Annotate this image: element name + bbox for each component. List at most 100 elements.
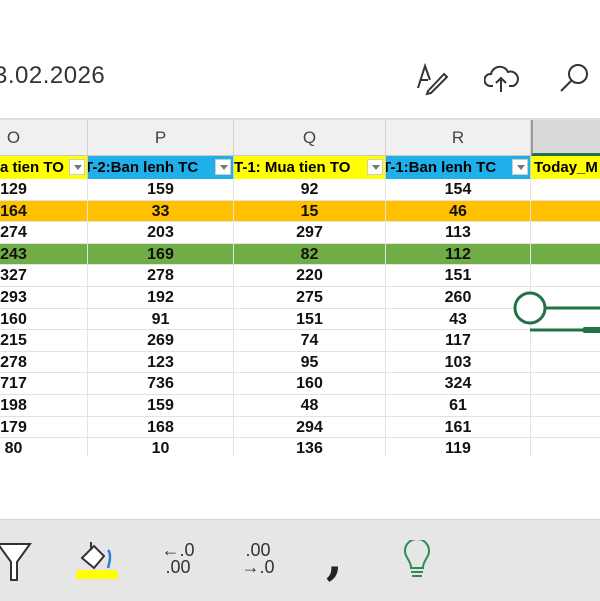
table-cell[interactable]: 46: [386, 200, 531, 222]
table-cell[interactable]: 293: [0, 287, 88, 308]
field-header-o[interactable]: a tien TO: [0, 156, 88, 179]
table-cell[interactable]: [531, 417, 600, 438]
search-icon[interactable]: [556, 60, 592, 96]
increase-decimal-button[interactable]: .00 →.0: [236, 541, 280, 586]
table-cell[interactable]: 136: [234, 438, 386, 456]
table-cell[interactable]: 198: [0, 395, 88, 416]
table-cell[interactable]: [531, 373, 600, 394]
table-cell[interactable]: 10: [88, 438, 234, 456]
field-header-p[interactable]: T-2:Ban lenh TC: [88, 156, 234, 179]
column-header-o[interactable]: O: [0, 120, 88, 156]
table-cell[interactable]: 154: [386, 179, 531, 200]
table-cell[interactable]: 159: [88, 395, 234, 416]
column-letter: Q: [302, 127, 317, 147]
selection-handle-icon[interactable]: [510, 290, 600, 340]
table-cell[interactable]: 113: [386, 222, 531, 244]
column-letter: P: [154, 127, 167, 147]
table-row: 198 159 48 61: [0, 395, 600, 417]
table-cell[interactable]: 123: [88, 351, 234, 373]
table-cell[interactable]: 179: [0, 416, 88, 438]
table-cell[interactable]: 160: [0, 308, 88, 330]
table-cell[interactable]: 160: [234, 373, 386, 395]
table-cell[interactable]: 243: [0, 243, 88, 265]
table-cell[interactable]: [531, 352, 600, 373]
table-cell[interactable]: 92: [234, 179, 386, 200]
fill-color-icon: [80, 542, 112, 570]
table-cell[interactable]: 112: [386, 243, 531, 265]
table-cell[interactable]: 129: [0, 179, 88, 200]
fill-color-button[interactable]: [74, 540, 120, 584]
table-cell[interactable]: 215: [0, 330, 88, 352]
table-cell[interactable]: 278: [88, 265, 234, 287]
column-letter: R: [451, 127, 465, 147]
table-cell[interactable]: 168: [88, 416, 234, 438]
table-cell[interactable]: 736: [88, 373, 234, 395]
field-label: a tien TO: [0, 159, 64, 176]
table-cell[interactable]: 15: [234, 200, 386, 222]
column-header-r[interactable]: R: [386, 120, 531, 156]
table-cell[interactable]: [531, 395, 600, 416]
table-cell[interactable]: 717: [0, 373, 88, 395]
table-cell[interactable]: [531, 265, 600, 286]
increase-decimal-icon: →.0: [241, 557, 275, 577]
table-cell[interactable]: 192: [88, 287, 234, 308]
decrease-decimal-button[interactable]: ←.0 .00: [156, 541, 200, 586]
table-row: 129 159 92 154: [0, 179, 600, 201]
table-row: 179 168 294 161: [0, 416, 600, 439]
table-cell[interactable]: 327: [0, 265, 88, 287]
table-cell[interactable]: 151: [386, 265, 531, 287]
table-cell[interactable]: 161: [386, 416, 531, 438]
table-cell[interactable]: 274: [0, 222, 88, 244]
field-header-q[interactable]: T-1: Mua tien TO: [234, 156, 386, 179]
field-label: T-1: Mua tien TO: [234, 159, 351, 176]
filter-dropdown-icon[interactable]: [512, 159, 528, 175]
lightbulb-icon[interactable]: [402, 540, 432, 584]
filter-dropdown-icon[interactable]: [69, 159, 85, 175]
field-header-r[interactable]: T-1:Ban lenh TC: [386, 156, 531, 179]
table-cell[interactable]: 61: [386, 395, 531, 416]
field-label: Today_M: [534, 159, 598, 176]
table-cell[interactable]: 33: [88, 200, 234, 222]
table-cell[interactable]: 275: [234, 287, 386, 308]
table-cell[interactable]: [531, 438, 600, 456]
table-cell[interactable]: 164: [0, 200, 88, 222]
table-cell[interactable]: [531, 222, 600, 243]
table-cell[interactable]: 95: [234, 351, 386, 373]
field-label: T-2:Ban lenh TC: [88, 159, 199, 176]
table-cell[interactable]: 220: [234, 265, 386, 287]
filter-dropdown-icon[interactable]: [215, 159, 231, 175]
field-header-today[interactable]: Today_M: [531, 156, 600, 179]
table-cell[interactable]: 294: [234, 416, 386, 438]
table-cell[interactable]: 80: [0, 438, 88, 456]
table-cell[interactable]: [531, 179, 600, 200]
column-header-q[interactable]: Q: [234, 120, 386, 156]
table-cell[interactable]: 324: [386, 373, 531, 395]
spreadsheet-grid[interactable]: O P Q R a tien TO T-2:Ban lenh TC T-1: M…: [0, 118, 600, 456]
edit-text-icon[interactable]: [414, 60, 450, 96]
table-cell[interactable]: 103: [386, 351, 531, 373]
table-cell[interactable]: [531, 244, 600, 265]
table-cell[interactable]: 159: [88, 179, 234, 200]
table-cell[interactable]: 91: [88, 308, 234, 330]
cloud-upload-icon[interactable]: [484, 60, 520, 96]
column-header-selected[interactable]: [531, 120, 600, 156]
table-cell[interactable]: 297: [234, 222, 386, 244]
column-letter: O: [6, 127, 21, 147]
table-cell[interactable]: 203: [88, 222, 234, 244]
bottom-toolbar: ←.0 .00 .00 →.0 ,: [0, 519, 600, 601]
table-cell[interactable]: 278: [0, 351, 88, 373]
table-cell[interactable]: [531, 201, 600, 222]
table-row: 278 123 95 103: [0, 351, 600, 374]
table-cell[interactable]: 119: [386, 438, 531, 456]
table-cell[interactable]: 74: [234, 330, 386, 352]
filter-dropdown-icon[interactable]: [367, 159, 383, 175]
table-cell[interactable]: 269: [88, 330, 234, 352]
column-header-p[interactable]: P: [88, 120, 234, 156]
table-cell[interactable]: 169: [88, 243, 234, 265]
decimal-label: .00: [165, 557, 191, 577]
table-cell[interactable]: 82: [234, 243, 386, 265]
table-cell[interactable]: 151: [234, 308, 386, 330]
table-cell[interactable]: 48: [234, 395, 386, 416]
filter-icon[interactable]: [0, 540, 36, 584]
comma-style-icon[interactable]: ,: [326, 530, 350, 586]
